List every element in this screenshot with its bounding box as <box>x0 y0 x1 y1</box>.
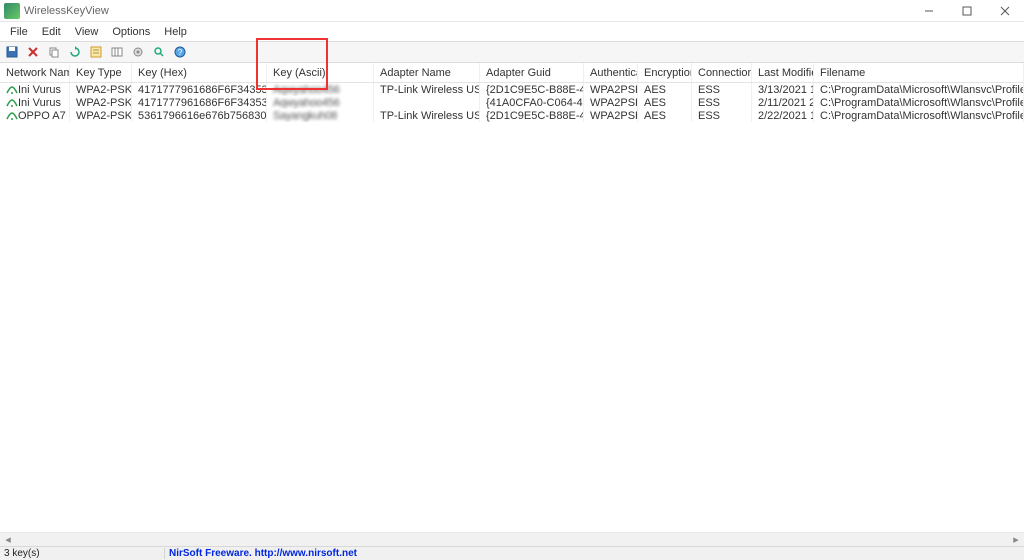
cell-adapter-guid: {41A0CFA0-C064-4C52-A6DC-350... <box>480 96 584 109</box>
about-icon[interactable]: ? <box>170 43 190 61</box>
delete-icon[interactable] <box>23 43 43 61</box>
app-icon <box>4 3 20 19</box>
cell-encryption: AES <box>638 109 692 122</box>
cell-key-hex: 4171777961686F6F34353600 <box>132 96 267 109</box>
col-adapter-name[interactable]: Adapter Name <box>374 63 480 82</box>
col-last-modified[interactable]: Last Modified <box>752 63 814 82</box>
cell-filename: C:\ProgramData\Microsoft\Wlansvc\Profile… <box>814 96 1024 109</box>
copy-icon[interactable] <box>44 43 64 61</box>
col-connection-type[interactable]: Connection Ty... <box>692 63 752 82</box>
cell-encryption: AES <box>638 96 692 109</box>
cell-filename: C:\ProgramData\Microsoft\Wlansvc\Profile… <box>814 83 1024 96</box>
scroll-track[interactable] <box>16 533 1008 547</box>
columns-icon[interactable] <box>107 43 127 61</box>
cell-key-type: WPA2-PSK <box>70 96 132 109</box>
cell-last-modified: 2/11/2021 2:20:32 ... <box>752 96 814 109</box>
menu-view[interactable]: View <box>69 24 105 40</box>
close-button[interactable] <box>986 0 1024 22</box>
cell-adapter-guid: {2D1C9E5C-B88E-4CA5-AD87-E78... <box>480 83 584 96</box>
cell-authentication: WPA2PSK <box>584 83 638 96</box>
find-icon[interactable] <box>149 43 169 61</box>
cell-filename: C:\ProgramData\Microsoft\Wlansvc\Profile… <box>814 109 1024 122</box>
save-icon[interactable] <box>2 43 22 61</box>
col-adapter-guid[interactable]: Adapter Guid <box>480 63 584 82</box>
col-encryption[interactable]: Encryption <box>638 63 692 82</box>
grid-header[interactable]: Network Name...▲ Key Type Key (Hex) Key … <box>0 63 1024 83</box>
cell-key-hex: 4171777961686F6F34353600 <box>132 83 267 96</box>
cell-key-ascii: Aqwyahoo456 <box>273 97 339 109</box>
col-key-hex[interactable]: Key (Hex) <box>132 63 267 82</box>
col-key-type[interactable]: Key Type <box>70 63 132 82</box>
col-filename[interactable]: Filename <box>814 63 1024 82</box>
refresh-icon[interactable] <box>65 43 85 61</box>
maximize-button[interactable] <box>948 0 986 22</box>
cell-adapter-name: TP-Link Wireless USB Adapter <box>374 109 480 122</box>
status-credit[interactable]: NirSoft Freeware. http://www.nirsoft.net <box>165 548 357 559</box>
cell-key-type: WPA2-PSK <box>70 109 132 122</box>
col-authentication[interactable]: Authentication <box>584 63 638 82</box>
options-icon[interactable] <box>128 43 148 61</box>
wifi-icon <box>6 111 18 121</box>
svg-text:?: ? <box>178 48 183 57</box>
cell-connection-type: ESS <box>692 83 752 96</box>
properties-icon[interactable] <box>86 43 106 61</box>
cell-connection-type: ESS <box>692 96 752 109</box>
cell-encryption: AES <box>638 83 692 96</box>
cell-network-name: Ini Vurus <box>18 97 61 109</box>
scroll-right-icon[interactable]: ▸ <box>1008 533 1024 547</box>
table-row[interactable]: Ini Vurus WPA2-PSK4171777961686F6F3435360… <box>0 96 1024 109</box>
cell-key-hex: 5361796616e676b7568303800 <box>132 109 267 122</box>
toolbar: ? <box>0 41 1024 63</box>
table-row[interactable]: Ini Vurus WPA2-PSK4171777961686F6F3435360… <box>0 83 1024 96</box>
window-title: WirelessKeyView <box>24 5 910 17</box>
menu-edit[interactable]: Edit <box>36 24 67 40</box>
cell-key-type: WPA2-PSK <box>70 83 132 96</box>
wifi-icon <box>6 85 18 95</box>
col-network-name[interactable]: Network Name...▲ <box>0 63 70 82</box>
cell-network-name: Ini Vurus <box>18 84 61 96</box>
scroll-left-icon[interactable]: ◂ <box>0 533 16 547</box>
cell-adapter-name: TP-Link Wireless USB Adapter <box>374 83 480 96</box>
col-key-ascii[interactable]: Key (Ascii) <box>267 63 374 82</box>
cell-authentication: WPA2PSK <box>584 96 638 109</box>
cell-authentication: WPA2PSK <box>584 109 638 122</box>
grid-body[interactable]: Ini Vurus WPA2-PSK4171777961686F6F3435360… <box>0 83 1024 122</box>
cell-adapter-name <box>374 96 480 109</box>
wifi-icon <box>6 98 18 108</box>
menu-options[interactable]: Options <box>106 24 156 40</box>
status-count: 3 key(s) <box>0 548 165 559</box>
cell-last-modified: 2/22/2021 12:17:37... <box>752 109 814 122</box>
cell-last-modified: 3/13/2021 10:51:55... <box>752 83 814 96</box>
statusbar: 3 key(s) NirSoft Freeware. http://www.ni… <box>0 546 1024 560</box>
menu-help[interactable]: Help <box>158 24 193 40</box>
horizontal-scrollbar[interactable]: ◂ ▸ <box>0 532 1024 546</box>
minimize-button[interactable] <box>910 0 948 22</box>
cell-connection-type: ESS <box>692 109 752 122</box>
table-row[interactable]: OPPO A7 WPA2-PSK5361796616e676b7568303800… <box>0 109 1024 122</box>
menu-file[interactable]: File <box>4 24 34 40</box>
cell-network-name: OPPO A7 <box>18 110 66 122</box>
menubar[interactable]: File Edit View Options Help <box>0 22 1024 41</box>
titlebar[interactable]: WirelessKeyView <box>0 0 1024 22</box>
cell-key-ascii: Aqwyahoo456 <box>273 84 339 96</box>
cell-key-ascii: Sayangkuh08 <box>273 110 337 122</box>
cell-adapter-guid: {2D1C9E5C-B88E-4CA5-AD87-E78... <box>480 109 584 122</box>
